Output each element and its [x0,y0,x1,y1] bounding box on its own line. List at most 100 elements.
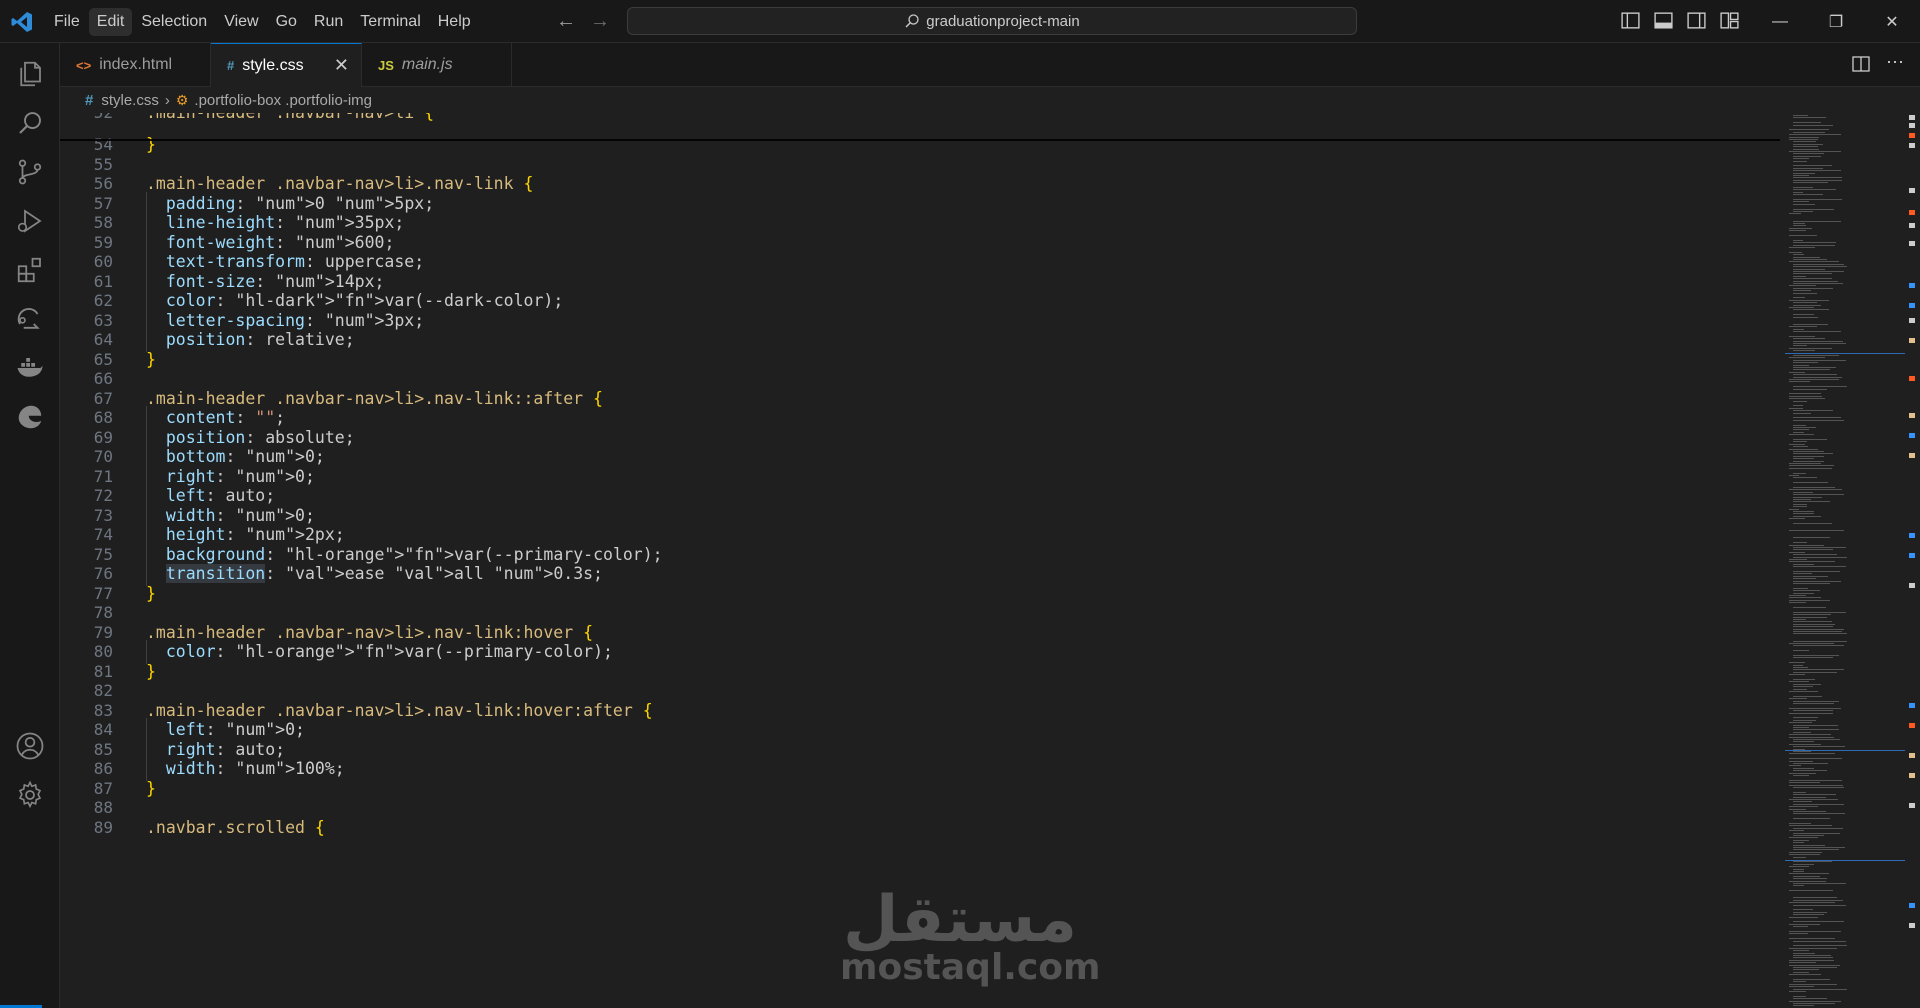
minimap-line [1793,611,1846,613]
minimap-line [1793,945,1848,947]
tab-label: style.css [242,56,304,74]
menu-run[interactable]: Run [306,8,351,36]
minimap-line [1793,921,1844,923]
forward-arrow-icon[interactable]: → [588,10,612,34]
code-line[interactable]: 52 .main-header .navbar-nav>li { [60,113,1785,125]
menu-bar: File Edit Selection View Go Run Terminal Help [46,0,480,43]
line-number: 89 [93,817,113,837]
minimap-line [1789,823,1811,824]
minimap-line [1793,242,1837,244]
menu-go[interactable]: Go [268,8,305,36]
minimap-line [1793,868,1804,870]
minimap-line [1793,388,1828,390]
minimap-line [1793,710,1834,712]
edge-icon[interactable] [13,400,47,434]
ruler-mark [1909,903,1915,908]
docker-icon[interactable] [13,351,47,385]
customize-layout-icon[interactable] [1719,10,1740,31]
minimap-line [1793,590,1821,592]
minimap-line [1793,967,1838,968]
code-editor[interactable]: 52.main-header .navbar-nav>li {54}5556.m… [60,113,1785,1008]
minimap-line [1793,1003,1835,1004]
minimap-line [1793,453,1834,455]
explorer-icon[interactable] [13,57,47,91]
close-tab-icon[interactable]: ✕ [334,56,349,74]
source-control-icon[interactable] [13,155,47,189]
manage-gear-icon[interactable] [13,778,47,812]
tab-main-js[interactable]: JS main.js [362,43,512,87]
minimap-line [1793,259,1827,260]
code-line[interactable]: 89 .navbar.scrolled { [60,816,1785,840]
search-icon[interactable] [13,106,47,140]
line-number: 52 [60,113,113,125]
tab-style-css[interactable]: # style.css ✕ [211,43,362,87]
minimap-line [1789,136,1819,138]
menu-terminal[interactable]: Terminal [352,8,428,36]
toggle-secondary-sidebar-icon[interactable] [1686,10,1707,31]
remote-explorer-icon[interactable] [13,302,47,336]
minimap-line [1793,592,1815,594]
back-arrow-icon[interactable]: ← [554,10,578,34]
vscode-logo-icon[interactable] [10,10,34,34]
restore-icon[interactable]: ❐ [1808,0,1864,43]
minimap-line [1793,607,1826,608]
minimap-line [1793,386,1847,388]
minimap-line [1793,751,1811,752]
minimap-line [1793,359,1847,361]
minimap-line [1793,818,1831,820]
minimap-line [1789,743,1821,745]
minimap-line [1793,839,1810,841]
menu-edit[interactable]: Edit [88,7,133,36]
split-editor-icon[interactable] [1852,55,1870,73]
minimap-line [1793,189,1837,191]
minimap-line [1789,597,1821,599]
minimap-line [1789,213,1801,215]
minimap-line [1793,506,1808,508]
minimap-line [1789,799,1839,800]
minimap-line [1793,220,1841,222]
minimap-line [1793,645,1845,647]
menu-file[interactable]: File [46,8,88,36]
minimap-line [1793,686,1813,688]
tab-index-html[interactable]: <> index.html [60,43,211,87]
minimap-line [1793,847,1846,848]
minimap-line [1793,633,1848,635]
more-actions-icon[interactable]: ⋯ [1886,53,1904,73]
editor-actions: ⋯ [1852,53,1904,73]
minimap-line [1793,141,1816,143]
chevron-right-icon: › [164,91,170,109]
minimap-line [1789,398,1826,400]
minimap-line [1793,263,1844,265]
toggle-panel-icon[interactable] [1653,10,1674,31]
minimap-line [1793,439,1827,440]
overview-ruler[interactable] [1906,113,1920,1008]
breadcrumb-file[interactable]: style.css [101,92,159,109]
minimap-line [1793,899,1843,901]
minimap-line [1793,741,1815,743]
menu-selection[interactable]: Selection [133,8,215,36]
minimap-line [1793,148,1819,150]
command-center-search[interactable]: graduationproject-main [627,7,1357,35]
minimap-line [1789,643,1835,644]
minimap-line [1793,1005,1815,1007]
minimap-line [1789,760,1814,762]
menu-help[interactable]: Help [430,8,479,36]
minimap-line [1789,508,1800,510]
breadcrumb-symbol[interactable]: .portfolio-box .portfolio-img [194,92,372,109]
minimize-icon[interactable]: — [1752,0,1808,43]
minimap-line [1789,779,1843,781]
extensions-icon[interactable] [13,253,47,287]
minimap[interactable] [1785,113,1905,1008]
symbol-class-icon: ⚙ [175,91,189,108]
close-icon[interactable]: ✕ [1864,0,1920,43]
minimap-line [1789,707,1841,709]
run-debug-icon[interactable] [13,204,47,238]
accounts-icon[interactable] [13,729,47,763]
minimap-line [1793,496,1822,498]
minimap-line [1793,417,1842,419]
toggle-primary-sidebar-icon[interactable] [1620,10,1641,31]
menu-view[interactable]: View [216,8,266,36]
minimap-line [1789,753,1835,755]
minimap-line [1793,875,1820,877]
minimap-line [1793,256,1820,258]
